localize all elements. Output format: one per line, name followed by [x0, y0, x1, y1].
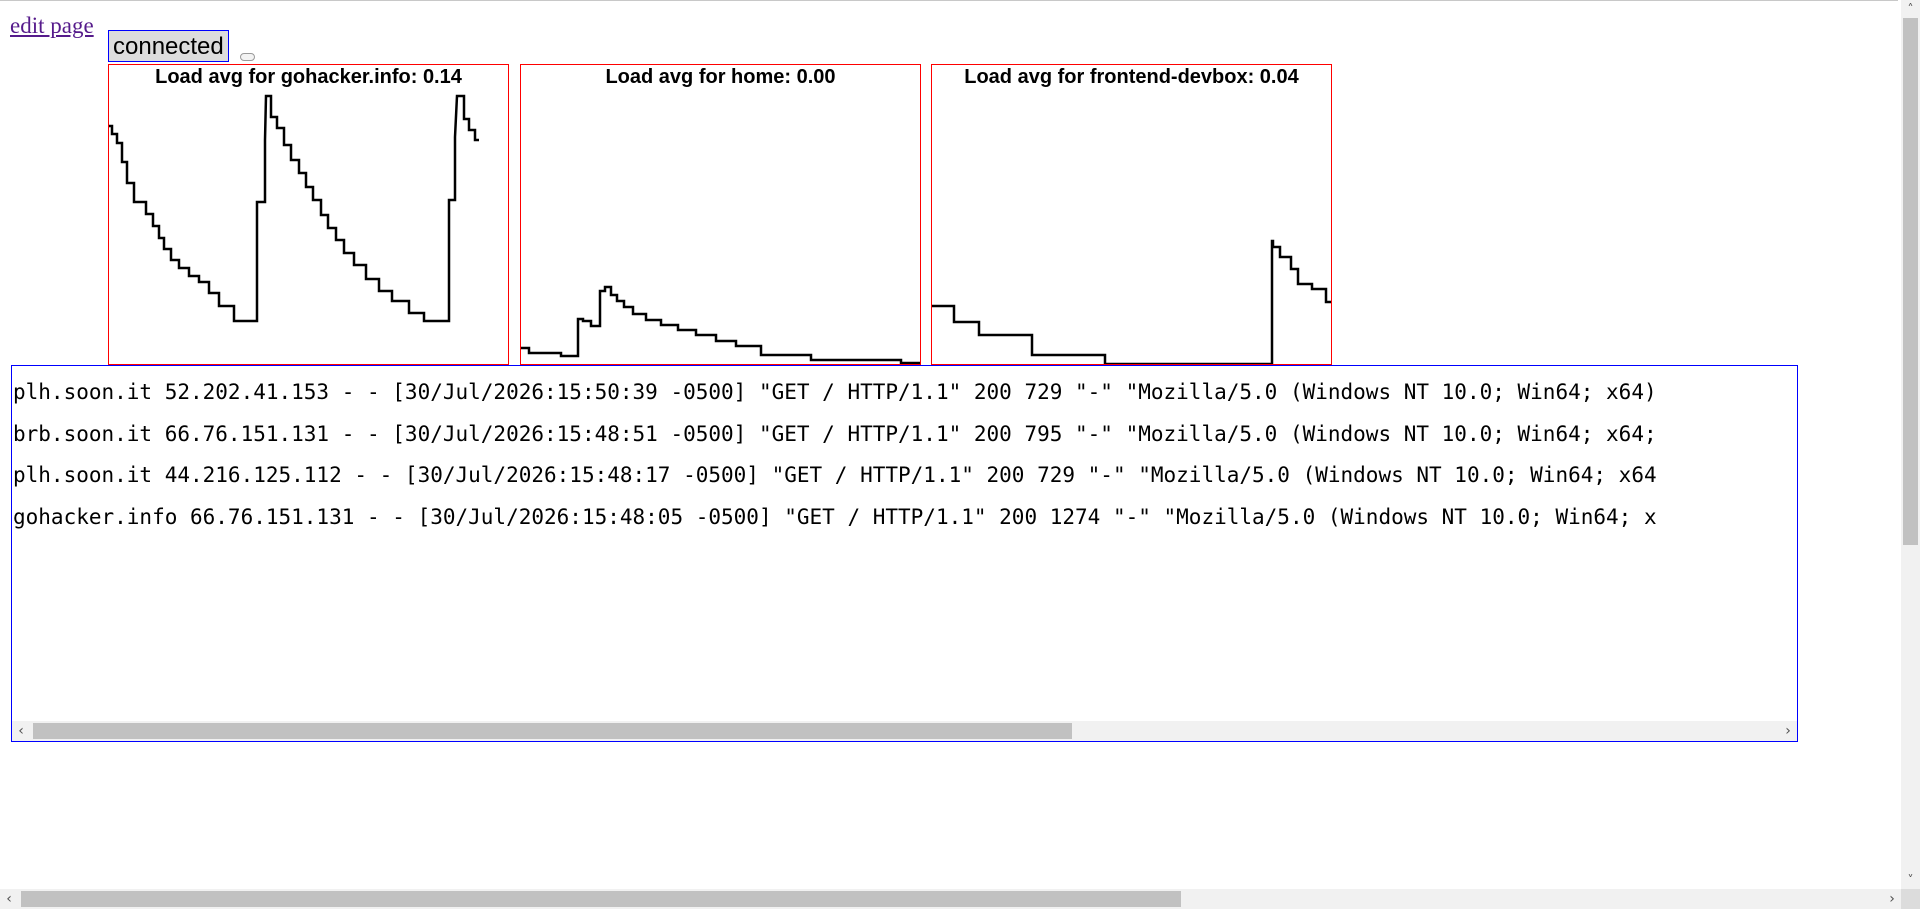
connection-status-button[interactable]: connected	[108, 30, 229, 62]
load-chart-frontend-devbox: Load avg for frontend-devbox: 0.04	[931, 64, 1332, 365]
load-line-gohacker	[109, 94, 479, 323]
log-horizontal-scrollbar[interactable]: ‹ ›	[12, 721, 1797, 741]
scroll-thumb[interactable]	[33, 723, 1072, 739]
scroll-right-arrow-icon[interactable]: ›	[1883, 889, 1901, 909]
load-chart-frontend-devbox-plot	[932, 239, 1331, 364]
page-vertical-scrollbar[interactable]: ˄ ˅	[1901, 0, 1920, 889]
small-toggle[interactable]	[240, 53, 255, 61]
scroll-right-arrow-icon[interactable]: ›	[1779, 721, 1797, 741]
page-horizontal-scrollbar[interactable]: ‹ ›	[0, 889, 1901, 909]
scroll-left-arrow-icon[interactable]: ‹	[12, 721, 30, 741]
scroll-down-arrow-icon[interactable]: ˅	[1901, 871, 1920, 889]
load-chart-home: Load avg for home: 0.00	[520, 64, 921, 365]
load-chart-gohacker: Load avg for gohacker.info: 0.14	[108, 64, 509, 365]
access-log-panel[interactable]: plh.soon.it 52.202.41.153 - - [30/Jul/20…	[11, 365, 1798, 742]
load-line-home	[521, 285, 920, 364]
load-chart-home-plot	[521, 285, 920, 364]
top-divider	[0, 0, 1898, 4]
scroll-thumb[interactable]	[21, 891, 1181, 907]
log-line: plh.soon.it 44.216.125.112 - - [30/Jul/2…	[13, 463, 1657, 487]
scroll-thumb[interactable]	[1903, 18, 1918, 545]
chart-title: Load avg for gohacker.info: 0.14	[155, 66, 462, 88]
scrollbar-corner	[1901, 889, 1920, 909]
load-line-frontend-devbox	[932, 239, 1331, 364]
scroll-up-arrow-icon[interactable]: ˄	[1901, 0, 1920, 18]
page: edit page connected Load avg for gohacke…	[0, 0, 1920, 909]
log-line: gohacker.info 66.76.151.131 - - [30/Jul/…	[13, 505, 1657, 529]
chart-title: Load avg for frontend-devbox: 0.04	[964, 66, 1299, 88]
chart-title: Load avg for home: 0.00	[605, 66, 836, 88]
load-chart-gohacker-plot	[109, 94, 479, 323]
edit-page-link[interactable]: edit page	[10, 13, 94, 39]
scroll-left-arrow-icon[interactable]: ‹	[0, 889, 18, 909]
log-line: brb.soon.it 66.76.151.131 - - [30/Jul/20…	[13, 422, 1657, 446]
log-line: plh.soon.it 52.202.41.153 - - [30/Jul/20…	[13, 380, 1657, 404]
